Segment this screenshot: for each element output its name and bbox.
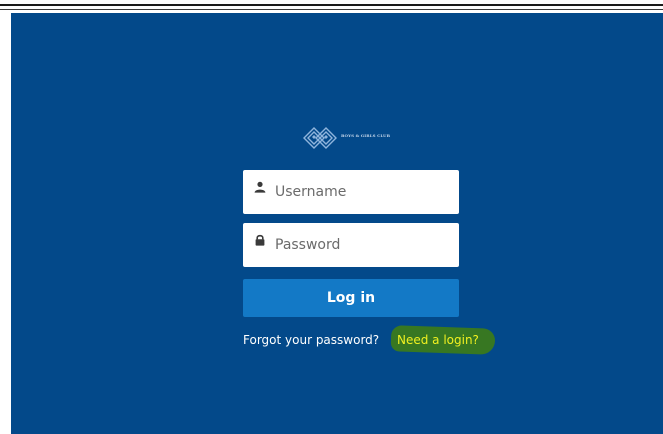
top-border-line [0,4,663,6]
lock-icon [255,234,265,246]
club-logo: BOYS & GIRLS CLUB [300,124,410,152]
user-icon [254,181,266,193]
password-input[interactable] [275,223,451,267]
auth-links: Forgot your password? Need a login? [243,325,496,355]
club-logo-icon [303,127,337,149]
need-login-link[interactable]: Need a login? [397,333,479,347]
need-login-wrapper: Need a login? [390,325,496,355]
club-logo-text: BOYS & GIRLS CLUB [341,133,391,138]
forgot-password-link[interactable]: Forgot your password? [243,333,379,347]
top-border-line-thin [0,9,663,10]
username-field[interactable] [243,170,459,214]
username-input[interactable] [275,170,451,214]
password-field[interactable] [243,223,459,267]
login-button[interactable]: Log in [243,279,459,317]
